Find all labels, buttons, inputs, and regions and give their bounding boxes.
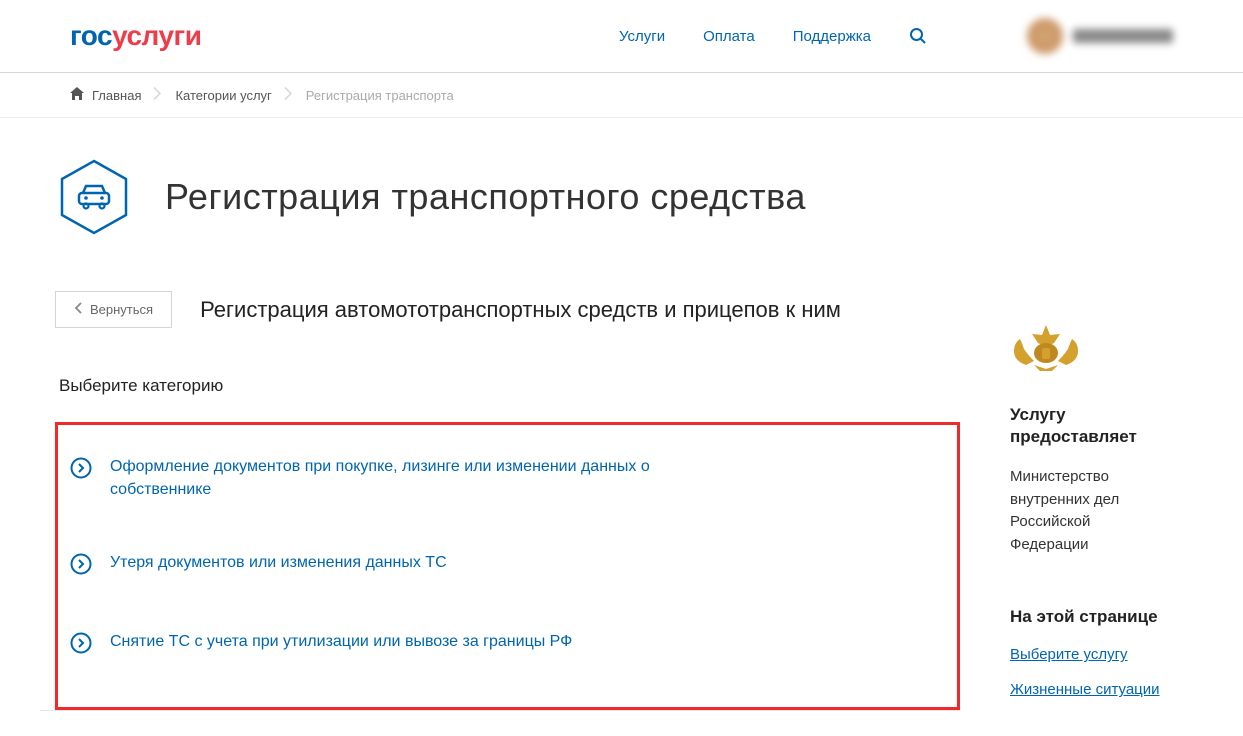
breadcrumb-categories-label: Категории услуг: [175, 88, 271, 103]
top-nav: Услуги Оплата Поддержка: [619, 27, 927, 45]
arrow-circle-icon: [70, 632, 92, 659]
arrow-circle-icon: [70, 553, 92, 580]
category-item-lost-docs[interactable]: Утеря документов или изменения данных ТС: [66, 537, 949, 600]
breadcrumb-categories[interactable]: Категории услуг: [157, 88, 287, 103]
home-icon: [70, 87, 84, 103]
logo[interactable]: госуслуги: [70, 20, 201, 52]
on-this-page-heading: На этой странице: [1010, 606, 1173, 628]
page-title: Регистрация транспортного средства: [165, 176, 806, 218]
category-item-label: Утеря документов или изменения данных ТС: [110, 551, 447, 574]
breadcrumb-current-label: Регистрация транспорта: [306, 88, 454, 103]
user-name: [1073, 29, 1173, 43]
chevron-left-icon: [74, 302, 82, 317]
nav-services[interactable]: Услуги: [619, 28, 665, 45]
category-item-deregister[interactable]: Снятие ТС с учета при утилизации или выв…: [66, 616, 949, 679]
choose-category-label: Выберите категорию: [55, 376, 960, 396]
breadcrumb-current: Регистрация транспорта: [288, 88, 470, 103]
subtitle: Регистрация автомототранспортных средств…: [200, 297, 841, 323]
breadcrumb-home[interactable]: Главная: [70, 87, 157, 103]
sidebar: Услугу предоставляет Министерство внутре…: [1010, 291, 1173, 716]
provides-heading: Услугу предоставляет: [1010, 404, 1173, 448]
car-icon: [79, 186, 109, 209]
arrow-circle-icon: [70, 457, 92, 484]
back-button[interactable]: Вернуться: [55, 291, 172, 328]
provider-name: Министерство внутренних дел Российской Ф…: [1010, 466, 1173, 556]
category-item-documents[interactable]: Оформление документов при покупке, лизин…: [66, 441, 949, 521]
anchor-link-life-situations[interactable]: Жизненные ситуации: [1010, 681, 1173, 698]
service-icon: [55, 158, 133, 236]
logo-part2: услуги: [112, 20, 201, 51]
main-column: Вернуться Регистрация автомототранспортн…: [55, 291, 960, 711]
divider: [40, 710, 960, 711]
category-item-label: Снятие ТС с учета при утилизации или выв…: [110, 630, 572, 653]
category-item-label: Оформление документов при покупке, лизин…: [110, 455, 650, 501]
category-list-highlighted: Оформление документов при покупке, лизин…: [55, 422, 960, 710]
avatar: [1027, 18, 1063, 54]
search-icon[interactable]: [909, 27, 927, 45]
header: госуслуги Услуги Оплата Поддержка: [0, 0, 1243, 73]
title-row: Регистрация транспортного средства: [55, 158, 1173, 236]
emblem-icon: [1010, 321, 1173, 378]
user-menu[interactable]: [1027, 18, 1173, 54]
anchor-link-select-service[interactable]: Выберите услугу: [1010, 646, 1173, 663]
breadcrumb: Главная Категории услуг Регистрация тран…: [0, 73, 1243, 118]
nav-payment[interactable]: Оплата: [703, 28, 755, 45]
subtitle-row: Вернуться Регистрация автомототранспортн…: [55, 291, 960, 328]
breadcrumb-home-label: Главная: [92, 88, 141, 103]
back-button-label: Вернуться: [90, 302, 153, 317]
logo-part1: гос: [70, 20, 112, 51]
nav-support[interactable]: Поддержка: [793, 28, 871, 45]
main-content: Регистрация транспортного средства Верну…: [0, 118, 1243, 736]
